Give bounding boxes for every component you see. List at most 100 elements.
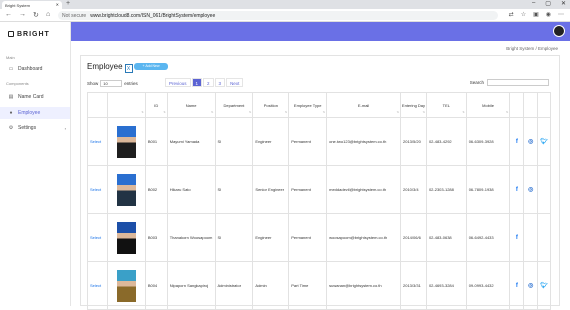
- twitter-icon[interactable]: 🐦︎: [537, 261, 551, 310]
- mobile-cell: 06-7809-1938: [465, 165, 511, 214]
- table-header-row: ⇅ ID ⇅ Name ⇅ Department ⇅ Position ⇅ Employ…: [87, 92, 551, 118]
- minimize-icon[interactable]: –: [532, 0, 535, 7]
- breadcrumb: Bright System / Employee: [506, 46, 558, 51]
- sidebar-heading-components: Components: [6, 81, 29, 86]
- empty-social-cell: [537, 213, 551, 262]
- profile-icon[interactable]: ◉: [546, 11, 551, 18]
- facebook-icon[interactable]: f: [509, 213, 525, 262]
- employee-photo: [116, 221, 136, 254]
- brand-logo[interactable]: BRIGHT: [8, 31, 50, 38]
- facebook-icon[interactable]: f: [509, 117, 525, 166]
- sort-icon: ⇅: [284, 110, 288, 114]
- more-icon[interactable]: ⋯: [558, 11, 564, 18]
- close-icon[interactable]: ✕: [56, 2, 59, 7]
- window-controls: – ▢ ✕: [532, 0, 566, 7]
- col-header-facebook: [509, 92, 525, 118]
- select-link[interactable]: Select: [87, 165, 108, 214]
- url-field[interactable]: Not secure www.brightcloud8.com/ISN_061/B…: [58, 11, 498, 20]
- select-link[interactable]: Select: [87, 261, 108, 310]
- col-header-mobile[interactable]: Mobile ⇅: [465, 92, 511, 118]
- avatar[interactable]: [553, 25, 565, 37]
- collections-icon[interactable]: ▣: [533, 11, 539, 18]
- monitor-icon: ▭: [8, 66, 14, 72]
- maximize-icon[interactable]: ▢: [545, 0, 551, 7]
- back-icon[interactable]: ←: [5, 11, 12, 18]
- select-link[interactable]: Select: [87, 213, 108, 262]
- department-cell: Administrator: [214, 261, 254, 310]
- instagram-icon[interactable]: ◎: [523, 261, 539, 310]
- instagram-icon[interactable]: ◎: [523, 117, 539, 166]
- page-button-2[interactable]: 2: [203, 78, 214, 87]
- window-close-icon[interactable]: ✕: [561, 0, 566, 7]
- home-icon[interactable]: ⌂: [46, 11, 50, 18]
- tel-cell: 02-4693-3284: [425, 261, 467, 310]
- employee-table: ⇅ ID ⇅ Name ⇅ Department ⇅ Position ⇅ Employ…: [87, 92, 551, 310]
- sort-icon: ⇅: [163, 110, 166, 114]
- sort-icon: ⇅: [322, 110, 326, 114]
- name-cell: Thanakorn Woosapoom: [166, 213, 216, 262]
- name-cell: Hikaru Sato: [166, 165, 216, 214]
- browser-toolbar-icons: ⇄ ☆ ▣ ◉ ⋯: [509, 11, 564, 18]
- col-header-id[interactable]: ID ⇅: [144, 92, 168, 118]
- col-header-photo[interactable]: ⇅: [106, 92, 146, 118]
- add-new-button[interactable]: + Add New: [134, 63, 168, 70]
- page-button-1[interactable]: 1: [191, 78, 203, 87]
- name-cell: Nipaporn Sangkapiroj: [166, 261, 216, 310]
- sort-icon: ⇅: [248, 110, 252, 114]
- table-row: Select B002 Hikaru Sato SI Senior Engine…: [87, 165, 551, 214]
- position-cell: Admin: [252, 261, 290, 310]
- col-header-type[interactable]: Employee Type ⇅: [288, 92, 328, 118]
- facebook-icon[interactable]: f: [509, 261, 525, 310]
- select-link[interactable]: Select: [87, 117, 108, 166]
- instagram-icon[interactable]: ◎: [523, 165, 539, 214]
- sidebar-item-dashboard[interactable]: ▭ Dashboard: [0, 63, 70, 75]
- department-cell: SI: [214, 117, 254, 166]
- forward-icon[interactable]: →: [19, 11, 26, 18]
- col-header-name[interactable]: Name ⇅: [166, 92, 216, 118]
- mobile-cell: 06-6492-4433: [465, 213, 511, 262]
- browser-tab[interactable]: Bright System ✕: [2, 1, 62, 9]
- col-header-instagram: [523, 92, 539, 118]
- position-cell: Engineer: [252, 213, 290, 262]
- card-icon: ▤: [8, 94, 14, 100]
- sort-icon: ⇅: [505, 110, 509, 114]
- sidebar-item-settings[interactable]: ⚙ Settings ›: [0, 122, 70, 134]
- entering-day-cell: 2013/3/31: [400, 261, 427, 310]
- sort-icon: ⇅: [211, 110, 214, 114]
- next-page-button[interactable]: Next: [226, 78, 244, 87]
- new-tab-icon[interactable]: +: [66, 0, 70, 7]
- id-cell: B001: [144, 117, 168, 166]
- col-header-entering-day[interactable]: Entering Day ⇅: [400, 92, 427, 118]
- tab-title: Bright System: [5, 2, 30, 8]
- col-header-email[interactable]: E-mail ⇅: [326, 92, 401, 118]
- employee-card: Employee X + Add New Show 10 entries Previo…: [80, 55, 560, 310]
- page-title: Employee X: [87, 62, 133, 73]
- table-row: Select B001 Mayumi Yamada SI Engineer Pe…: [87, 117, 551, 166]
- favorite-icon[interactable]: ☆: [521, 11, 526, 18]
- sidebar: BRIGHT Main ▭ Dashboard Components ▤ Name …: [0, 22, 71, 306]
- name-cell: Mayumi Yamada: [166, 117, 216, 166]
- sidebar-item-name-card[interactable]: ▤ Name Card: [0, 91, 70, 103]
- excel-export-icon[interactable]: X: [124, 64, 133, 73]
- sidebar-item-employee[interactable]: ● Employee: [0, 107, 70, 119]
- twitter-icon[interactable]: 🐦︎: [537, 117, 551, 166]
- page-button-3[interactable]: 3: [214, 78, 226, 87]
- url-text: www.brightcloud8.com/ISN_061/BrightSyste…: [90, 12, 216, 19]
- type-cell: Part Time: [288, 261, 328, 310]
- entering-day-cell: 2014/06/6: [400, 213, 427, 262]
- id-cell: B004: [144, 261, 168, 310]
- col-header-department[interactable]: Department ⇅: [214, 92, 254, 118]
- show-entries: Show 10 entries: [87, 80, 138, 87]
- entering-day-cell: 2010/3/4: [400, 165, 427, 214]
- col-header-position[interactable]: Position ⇅: [252, 92, 290, 118]
- sort-icon: ⇅: [396, 110, 399, 114]
- facebook-icon[interactable]: f: [509, 165, 525, 214]
- employee-photo: [116, 125, 136, 158]
- search-input[interactable]: [487, 79, 549, 86]
- type-cell: Permanent: [288, 165, 328, 214]
- translate-icon[interactable]: ⇄: [509, 11, 514, 18]
- reload-icon[interactable]: ↻: [33, 11, 39, 19]
- prev-page-button[interactable]: Previous: [165, 78, 191, 87]
- entries-select[interactable]: 10: [100, 80, 123, 87]
- col-header-tel[interactable]: TEL ⇅: [425, 92, 467, 118]
